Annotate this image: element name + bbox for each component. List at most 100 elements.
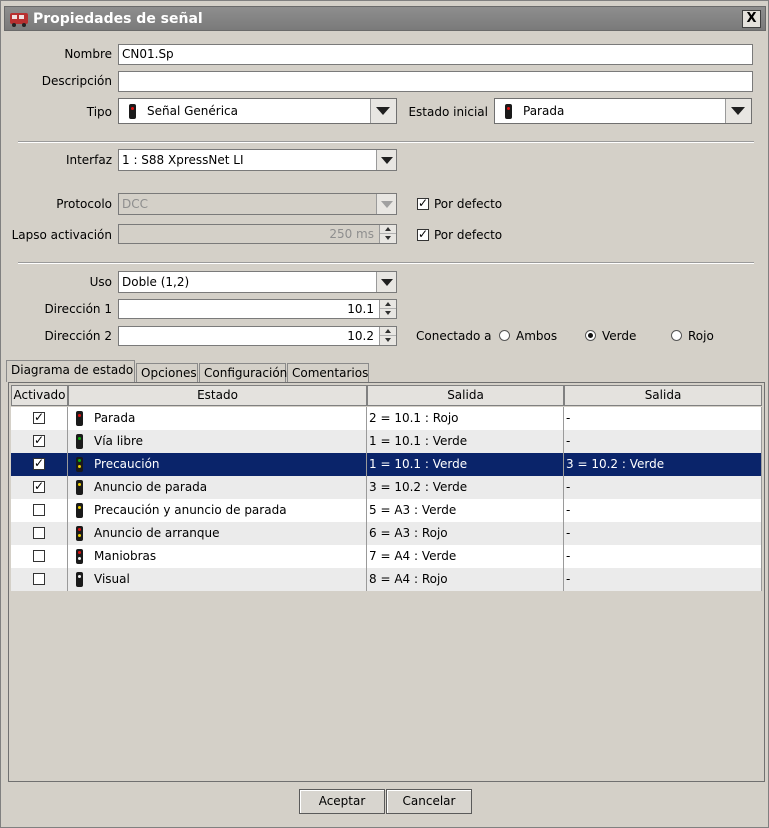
estado-cell: Anuncio de parada xyxy=(68,476,367,499)
nombre-input[interactable]: CN01.Sp xyxy=(118,44,753,65)
salida-cell-2: - xyxy=(564,522,762,545)
tipo-label: Tipo xyxy=(86,105,112,119)
activado-cell xyxy=(11,430,68,453)
table-row[interactable]: Precaución y anuncio de parada 5 = A3 : V… xyxy=(11,499,762,522)
estado-cell: Visual xyxy=(68,568,367,591)
protocolo-label: Protocolo xyxy=(56,197,112,211)
column-header-salida-2[interactable]: Salida xyxy=(564,385,762,406)
spinner-arrows-icon xyxy=(379,225,396,243)
table-row[interactable]: Parada 2 = 10.1 : Rojo- xyxy=(11,407,762,430)
cancel-button[interactable]: Cancelar xyxy=(386,789,472,814)
estado-inicial-dropdown[interactable]: Parada xyxy=(494,98,752,124)
table-row[interactable]: Precaución 1 = 10.1 : Verde3 = 10.2 : Ver… xyxy=(11,453,762,476)
activado-checkbox[interactable] xyxy=(33,550,45,562)
direccion2-value: 10.2 xyxy=(347,329,374,343)
estado-text: Maniobras xyxy=(94,549,157,563)
spinner-arrows-icon[interactable] xyxy=(379,327,396,345)
activado-checkbox[interactable] xyxy=(33,504,45,516)
table-header: Activado Estado Salida Salida xyxy=(11,385,762,406)
salida-cell: 6 = A3 : Rojo xyxy=(367,522,564,545)
radio-rojo[interactable] xyxy=(671,330,682,341)
activado-cell xyxy=(11,499,68,522)
activado-checkbox[interactable] xyxy=(33,433,45,447)
lapso-label: Lapso activación xyxy=(11,228,112,242)
estado-text: Precaución xyxy=(94,457,160,471)
accept-button[interactable]: Aceptar xyxy=(299,789,385,814)
protocolo-default-checkbox[interactable] xyxy=(417,196,429,210)
direccion2-spinner[interactable]: 10.2 xyxy=(118,326,397,346)
activado-checkbox[interactable] xyxy=(33,573,45,585)
close-icon: X xyxy=(746,11,757,26)
dialog-window: Propiedades de señal X Nombre CN01.Sp De… xyxy=(0,0,769,828)
activado-checkbox[interactable] xyxy=(33,456,45,470)
estado-text: Precaución y anuncio de parada xyxy=(94,503,287,517)
lapso-default-checkbox[interactable] xyxy=(417,227,429,241)
uso-dropdown[interactable]: Doble (1,2) xyxy=(118,271,397,293)
chevron-down-icon[interactable] xyxy=(376,272,396,292)
activado-cell xyxy=(11,545,68,568)
interfaz-dropdown[interactable]: 1 : S88 XpressNet LI xyxy=(118,149,397,171)
separator xyxy=(18,141,754,143)
chevron-down-icon[interactable] xyxy=(725,99,751,123)
activado-cell xyxy=(11,407,68,430)
salida-cell-2: - xyxy=(564,545,762,568)
table-row[interactable]: Anuncio de arranque 6 = A3 : Rojo - xyxy=(11,522,762,545)
activado-cell xyxy=(11,453,68,476)
descripcion-input[interactable] xyxy=(118,71,753,92)
activado-cell xyxy=(11,476,68,499)
chevron-down-icon[interactable] xyxy=(370,99,396,123)
estado-cell: Anuncio de arranque xyxy=(68,522,367,545)
table-row[interactable]: Anuncio de parada 3 = 10.2 : Verde- xyxy=(11,476,762,499)
signal-red-icon xyxy=(505,104,512,119)
activado-checkbox[interactable] xyxy=(33,479,45,493)
interfaz-value: 1 : S88 XpressNet LI xyxy=(122,153,244,167)
direccion1-spinner[interactable]: 10.1 xyxy=(118,299,397,319)
interfaz-label: Interfaz xyxy=(65,153,112,167)
spinner-arrows-icon[interactable] xyxy=(379,300,396,318)
descripcion-label: Descripción xyxy=(41,74,112,88)
title-bar[interactable]: Propiedades de señal X xyxy=(4,6,766,31)
train-icon xyxy=(10,13,28,27)
activado-checkbox[interactable] xyxy=(33,410,45,424)
column-header-activado[interactable]: Activado xyxy=(11,385,68,406)
uso-value: Doble (1,2) xyxy=(122,275,190,289)
separator xyxy=(18,262,754,264)
activado-checkbox[interactable] xyxy=(33,527,45,539)
column-header-salida[interactable]: Salida xyxy=(367,385,564,406)
table-row[interactable]: Visual 8 = A4 : Rojo - xyxy=(11,568,762,591)
radio-verde[interactable] xyxy=(585,330,596,341)
salida-cell: 1 = 10.1 : Verde xyxy=(367,430,564,453)
close-button[interactable]: X xyxy=(742,10,761,28)
tab-diagrama[interactable]: Diagrama de estado xyxy=(6,360,135,382)
salida-cell-2: - xyxy=(564,407,762,430)
direccion1-label: Dirección 1 xyxy=(44,302,112,316)
table-row[interactable]: Maniobras 7 = A4 : Verde - xyxy=(11,545,762,568)
tipo-dropdown[interactable]: Señal Genérica xyxy=(118,98,397,124)
activado-cell xyxy=(11,568,68,591)
signal-red-icon xyxy=(129,104,136,119)
salida-cell: 2 = 10.1 : Rojo xyxy=(367,407,564,430)
salida-cell: 5 = A3 : Verde xyxy=(367,499,564,522)
salida-cell: 8 = A4 : Rojo xyxy=(367,568,564,591)
salida-cell-2: - xyxy=(564,476,762,499)
signal-red-white-icon xyxy=(76,549,83,564)
tab-opciones[interactable]: Opciones xyxy=(136,363,198,382)
signal-white-icon xyxy=(76,572,83,587)
chevron-down-icon[interactable] xyxy=(376,150,396,170)
estado-text: Vía libre xyxy=(94,434,144,448)
direccion1-value: 10.1 xyxy=(347,302,374,316)
uso-label: Uso xyxy=(89,275,112,289)
table-row[interactable]: Vía libre 1 = 10.1 : Verde- xyxy=(11,430,762,453)
radio-rojo-label: Rojo xyxy=(688,329,714,343)
estado-text: Parada xyxy=(94,411,136,425)
tab-comentarios[interactable]: Comentarios xyxy=(287,363,369,382)
radio-ambos[interactable] xyxy=(499,330,510,341)
estado-text: Anuncio de arranque xyxy=(94,526,220,540)
tab-configuracion[interactable]: Configuración xyxy=(199,363,287,382)
signal-red-yellow-icon xyxy=(76,526,83,541)
protocolo-default-label: Por defecto xyxy=(434,197,503,211)
column-header-estado[interactable]: Estado xyxy=(68,385,367,406)
estado-inicial-label: Estado inicial xyxy=(408,105,488,119)
lapso-spinner: 250 ms xyxy=(118,224,397,244)
estado-cell: Precaución y anuncio de parada xyxy=(68,499,367,522)
